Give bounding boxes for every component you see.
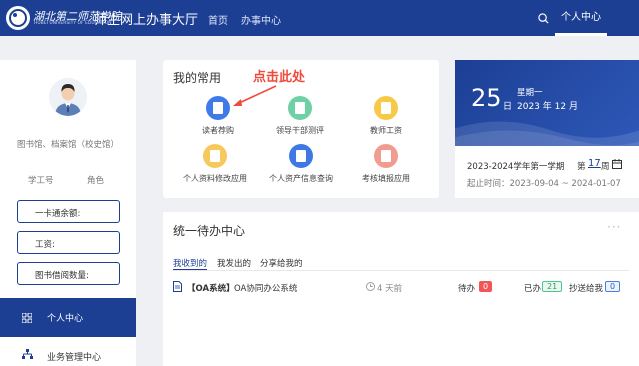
done-count-badge[interactable]: 21 [542, 281, 563, 292]
tab-shared[interactable]: 分享给我的 [260, 257, 303, 269]
todo-center-card: 统一待办中心 ··· 我收到的 我发出的 分享给我的 【OA系统】 OA协同办公… [163, 212, 639, 366]
app-teacher-salary[interactable]: 教师工资 [346, 96, 426, 136]
app-assessment[interactable]: 考核填报应用 [346, 144, 426, 184]
academic-term: 2023-2024学年第一学期 [467, 162, 565, 172]
search-icon[interactable] [538, 13, 549, 24]
wave-decoration [455, 121, 639, 146]
role-label: 角色 [87, 176, 105, 186]
avatar[interactable] [49, 78, 87, 116]
nav-home[interactable]: 首页 [208, 12, 228, 27]
app-label: 教师工资 [370, 126, 402, 135]
sidebar-item-business-center[interactable]: 业务管理中心 [47, 350, 101, 363]
sidebar-item-label: 个人中心 [47, 314, 84, 324]
evaluation-icon [288, 96, 312, 120]
calendar-banner: 25 日 星期一 2023 年 12 月 [455, 60, 639, 146]
favorites-title: 我的常用 [173, 71, 222, 85]
app-profile-edit[interactable]: 个人资料修改应用 [175, 144, 255, 184]
calendar-icon[interactable] [612, 159, 622, 169]
glyph [381, 150, 391, 162]
calendar-day: 25 [471, 84, 502, 112]
todo-system-name[interactable]: 【OA系统】 [187, 282, 235, 294]
week-suffix: 周 [601, 162, 610, 172]
more-icon[interactable]: ··· [607, 220, 621, 234]
document-icon [206, 96, 230, 120]
calendar-weekday: 星期一 [517, 88, 543, 98]
card-balance-button[interactable]: 一卡通余额: [17, 200, 120, 223]
calendar-card: 25 日 星期一 2023 年 12 月 2023-2024学年第一学期 第 1… [455, 60, 639, 198]
tab-divider [173, 270, 629, 271]
glyph [210, 150, 220, 162]
department-label: 图书馆、档案馆（校史馆） [16, 140, 119, 150]
app-reader-recommend[interactable]: 读者荐购 [178, 96, 258, 136]
term-period: 起止时间：2023-09-04 ~ 2024-01-07 [467, 179, 621, 189]
salary-button[interactable]: 工资: [17, 231, 120, 254]
grid-icon [22, 313, 32, 323]
nav-service-center[interactable]: 办事中心 [241, 12, 281, 27]
glyph [381, 102, 391, 114]
person-icon [49, 78, 87, 116]
cc-count-badge[interactable]: 0 [605, 281, 621, 292]
app-label: 个人资料修改应用 [183, 174, 247, 183]
student-id-label: 学工号 [28, 176, 54, 186]
document-icon [173, 281, 182, 292]
cc-label: 抄送给我 [569, 284, 604, 294]
clock-icon [366, 282, 375, 291]
edit-icon [203, 144, 227, 168]
done-label: 已办 [524, 284, 542, 294]
calendar-year-month: 2023 年 12 月 [517, 102, 578, 112]
todo-app-name[interactable]: OA协同办公系统 [234, 282, 297, 294]
app-label: 个人资产信息查询 [269, 174, 333, 183]
app-label: 读者荐购 [202, 126, 234, 135]
org-chart-icon [22, 349, 33, 359]
app-label: 考核填报应用 [362, 174, 410, 183]
sidebar-item-personal-center[interactable]: 个人中心 [0, 298, 136, 337]
pending-label: 待办 [458, 284, 476, 294]
glyph [296, 150, 306, 162]
personal-center-link[interactable]: 个人中心 [555, 0, 607, 36]
tab-sent[interactable]: 我发出的 [217, 257, 251, 269]
school-logo[interactable] [6, 6, 30, 30]
glyph [295, 102, 305, 114]
pending-count-badge[interactable]: 0 [479, 281, 493, 292]
glyph [213, 102, 223, 114]
active-nav-underline [555, 33, 607, 36]
favorites-card: 我的常用 点击此处 读者荐购 领导干部测评 教师工资 个人资料修改应用 个人资产… [163, 60, 439, 198]
week-number[interactable]: 17 [588, 158, 601, 169]
library-loans-button[interactable]: 图书借阅数量: [17, 262, 120, 285]
profile-panel: 图书馆、档案馆（校史馆） 学工号 角色 一卡通余额: 工资: 图书借阅数量: 个… [0, 60, 136, 366]
app-label: 领导干部测评 [276, 126, 324, 135]
asset-icon [289, 144, 313, 168]
calendar-day-unit: 日 [503, 102, 513, 112]
tab-received[interactable]: 我收到的 [173, 257, 207, 269]
assessment-icon [374, 144, 398, 168]
top-header: 湖北第二师范学院 HUBEI UNIVERSITY OF EDUCATION 师… [0, 0, 639, 36]
app-title: 师生网上办事大厅 [94, 13, 199, 28]
todo-title: 统一待办中心 [173, 224, 246, 238]
salary-icon [374, 96, 398, 120]
logo-ring [9, 9, 27, 27]
app-leader-evaluation[interactable]: 领导干部测评 [260, 96, 340, 136]
logo-center [13, 13, 17, 17]
week-prefix: 第 [577, 162, 586, 172]
todo-time: 4 天前 [377, 284, 403, 294]
app-asset-query[interactable]: 个人资产信息查询 [261, 144, 341, 184]
